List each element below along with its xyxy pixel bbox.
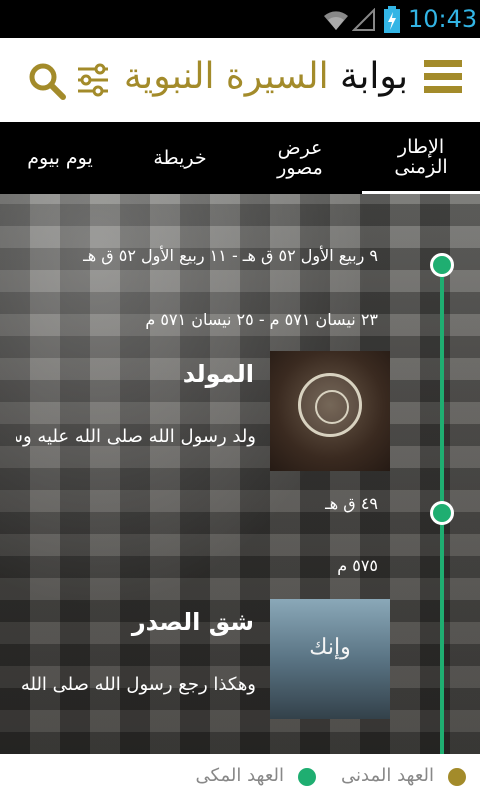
event-thumbnail[interactable] (270, 351, 390, 471)
legend-dot-medinan (448, 768, 466, 786)
calligraphy-medallion-image (298, 373, 362, 437)
filter-icon[interactable] (76, 63, 110, 97)
wifi-icon (324, 11, 348, 30)
timeline-dot (430, 253, 454, 277)
era-legend: العهد المدنى العهد المكى (0, 754, 480, 800)
event-hijri-date: ٤٩ ق هـ (325, 494, 378, 513)
tab-gallery-line2: مصور (277, 157, 323, 179)
tab-bar: الإطار الزمنى عرض مصور خريطة يوم بيوم (0, 122, 480, 194)
event-gregorian-date: ٥٧٥ م (337, 556, 378, 575)
event-gregorian-date: ٢٣ نيسان ٥٧١ م - ٢٥ نيسان ٥٧١ م (145, 310, 378, 329)
search-icon[interactable] (28, 62, 66, 100)
app-title-part1: بوابة (328, 56, 408, 97)
legend-dot-meccan (298, 768, 316, 786)
app-title-part2: السيرة النبوية (123, 56, 329, 97)
event-hijri-date: ٩ ربيع الأول ٥٢ ق هـ - ١١ ربيع الأول ٥٢ … (83, 246, 378, 265)
tab-timeline-line1: الإطار (397, 135, 445, 158)
tab-day-by-day[interactable]: يوم بيوم (0, 122, 120, 194)
event-thumbnail[interactable]: وإنك (270, 599, 390, 719)
tab-timeline[interactable]: الإطار الزمنى (362, 122, 480, 194)
event-text[interactable]: ولد رسول الله صلى الله عليه وسلم بشعب (16, 426, 256, 447)
tab-timeline-line2: الزمنى (394, 155, 448, 178)
app-title: بوابة السيرة النبوية (124, 56, 408, 97)
event-title[interactable]: المولد (183, 360, 254, 388)
status-bar: 10:43 (0, 0, 480, 38)
tab-map[interactable]: خريطة (120, 122, 240, 194)
calligraphy-sky-image: وإنك (309, 635, 351, 660)
event-text[interactable]: وهكذا رجع رسول الله صلى الله عليه وسلم (16, 674, 256, 695)
tab-map-label: خريطة (153, 147, 207, 169)
legend-label-meccan: العهد المكى (195, 765, 284, 786)
tab-gallery-line1: عرض (277, 137, 323, 159)
event-title[interactable]: شق الصدر (132, 608, 254, 636)
battery-charging-icon (384, 6, 400, 33)
tab-day-by-day-label: يوم بيوم (27, 147, 93, 169)
timeline-content[interactable]: ٩ ربيع الأول ٥٢ ق هـ - ١١ ربيع الأول ٥٢ … (0, 194, 480, 754)
legend-label-medinan: العهد المدنى (341, 765, 434, 786)
signal-icon (352, 8, 375, 31)
menu-icon[interactable] (424, 60, 464, 100)
timeline-dot (430, 501, 454, 525)
app-header: بوابة السيرة النبوية (0, 38, 480, 122)
status-time: 10:43 (408, 5, 478, 33)
tab-gallery[interactable]: عرض مصور (240, 122, 360, 194)
